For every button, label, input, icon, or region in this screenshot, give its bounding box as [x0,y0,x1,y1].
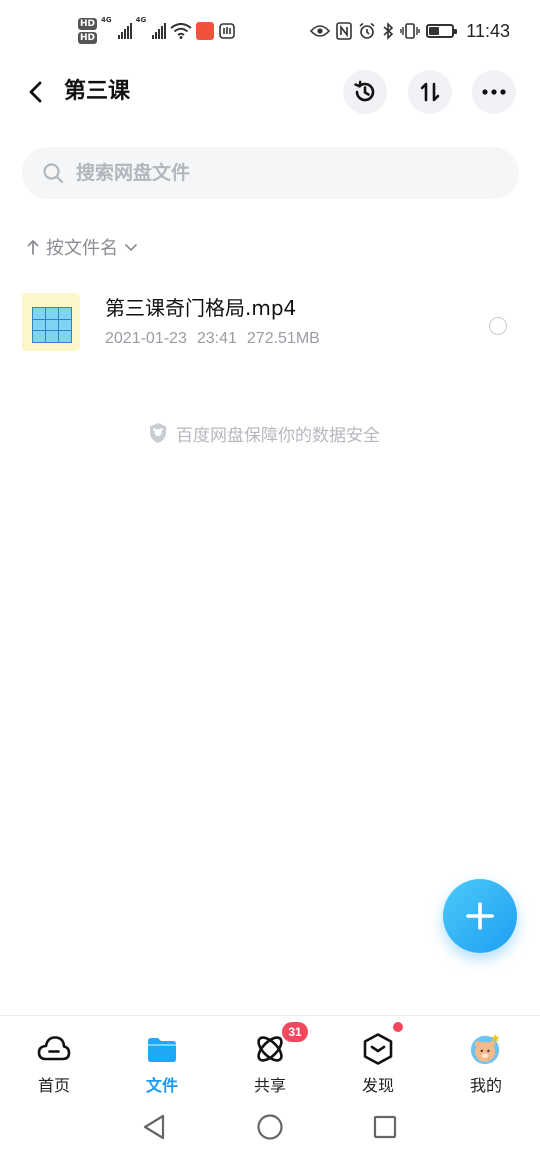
hand-icon [219,23,236,39]
status-bar: HD HD 4G 4G 11:43 [0,0,540,60]
add-button[interactable] [443,879,517,953]
vibrate-icon [400,23,420,39]
tab-discover[interactable]: 发现 [324,1016,432,1100]
hd-badge: HD [78,18,98,30]
nav-recents-button[interactable] [369,1111,401,1143]
search-bar[interactable] [22,147,519,199]
status-left-icons: HD HD 4G 4G [78,14,236,48]
tab-share[interactable]: 31 共享 [216,1016,324,1100]
file-date: 2021-01-23 [105,330,187,347]
system-nav-bar [0,1099,540,1155]
tab-label: 我的 [469,1076,502,1095]
search-icon [43,163,64,184]
tab-label: 发现 [361,1076,394,1095]
eye-icon [310,25,331,37]
arrow-up-icon [27,240,39,255]
share-count-badge: 31 [282,1022,308,1042]
shield-icon [150,423,166,443]
file-size: 272.51MB [246,330,320,347]
app-notification-icon [196,22,215,40]
tab-home[interactable]: 首页 [0,1016,108,1100]
cube-icon [361,1032,395,1066]
tab-me[interactable]: 我的 [432,1016,540,1100]
sort-selector[interactable]: 按文件名 [26,232,138,262]
plus-icon [466,902,494,930]
tab-label: 首页 [37,1076,70,1095]
file-list-item[interactable]: 第三课奇门格局.mp4 2021-01-23 23:41 272.51MB [0,278,540,370]
hd-badge: HD [78,32,98,44]
signal-icon [152,23,167,39]
atom-icon [253,1032,287,1066]
safety-note-text: 百度网盘保障你的数据安全 [176,425,380,446]
network-type-label: 4G [135,16,147,24]
history-icon [354,80,375,102]
sort-label: 按文件名 [46,238,118,259]
history-button[interactable] [343,70,387,114]
network-type-label: 4G [101,16,112,24]
cloud-icon [37,1032,71,1066]
safety-note: 百度网盘保障你的数据安全 [148,420,380,446]
battery-level [429,27,440,35]
chevron-left-icon [29,81,42,103]
page-title: 第三课 [64,79,131,104]
square-recents-icon [373,1115,397,1139]
status-right-icons: 11:43 [310,20,510,42]
video-thumbnail [22,293,80,351]
search-input[interactable] [76,162,476,184]
signal-icon [117,23,132,39]
tab-label: 共享 [253,1076,286,1095]
battery-icon [426,24,458,38]
file-select-checkbox[interactable] [489,317,507,335]
chevron-down-icon [125,244,137,251]
more-icon [482,89,506,95]
bluetooth-icon [383,22,394,40]
folder-icon [145,1032,179,1066]
nav-back-button[interactable] [138,1111,170,1143]
tab-files[interactable]: 文件 [108,1016,216,1100]
file-name: 第三课奇门格局.mp4 [105,296,297,320]
file-time: 23:41 [196,330,237,347]
nfc-icon [336,22,353,40]
file-meta: 2021-01-23 23:41 272.51MB [105,330,320,348]
nav-home-button[interactable] [254,1111,286,1143]
wifi-icon [170,23,192,39]
back-button[interactable] [18,74,54,110]
sort-toggle-icon [420,82,440,102]
avatar-icon [469,1032,503,1066]
bottom-tab-bar: 首页 文件 31 共享 发现 我的 [0,1015,540,1099]
status-time: 11:43 [466,20,510,41]
alarm-icon [359,22,375,39]
more-button[interactable] [472,70,516,114]
notification-dot [393,1022,403,1032]
circle-home-icon [257,1114,283,1140]
tab-label: 文件 [145,1076,178,1095]
sort-toggle-button[interactable] [408,70,452,114]
triangle-back-icon [143,1114,165,1140]
